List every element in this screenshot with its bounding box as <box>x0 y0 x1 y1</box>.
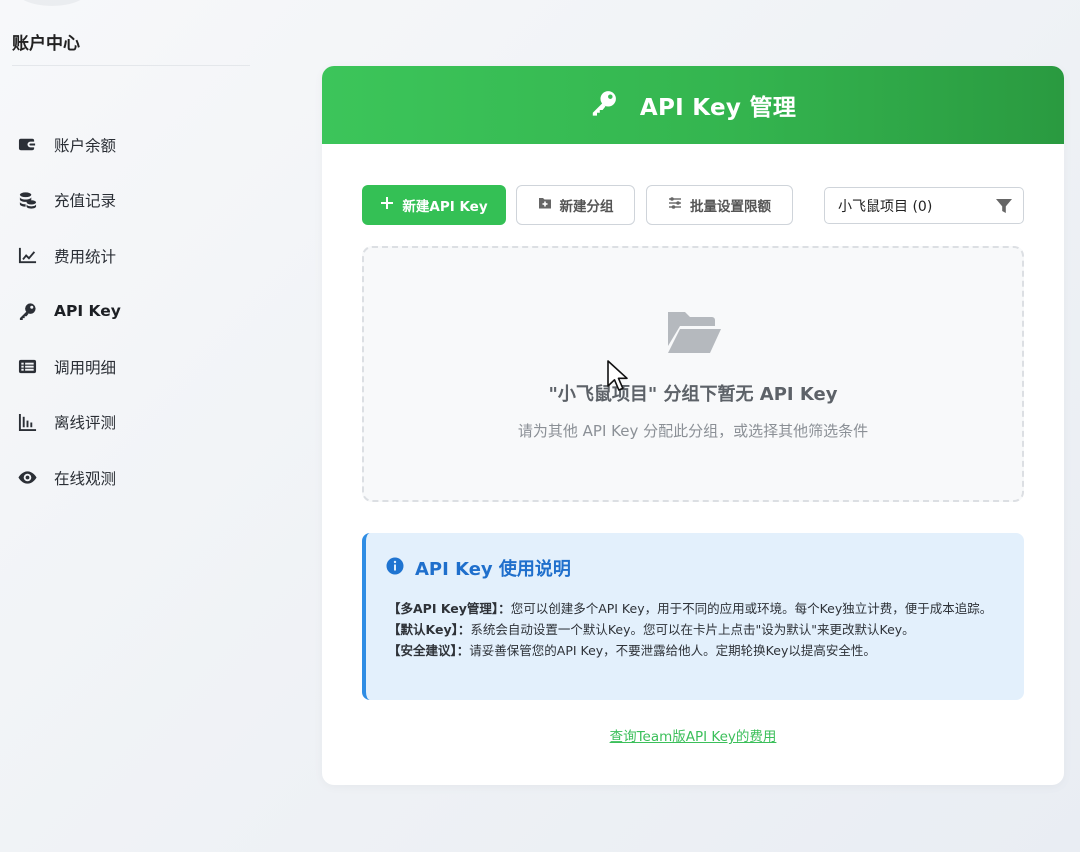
api-key-card: API Key 管理 新建API Key 新建分组 批量设置限额 小飞鼠项目 (… <box>322 66 1064 785</box>
empty-state: "小飞鼠项目" 分组下暂无 API Key 请为其他 API Key 分配此分组… <box>362 246 1024 502</box>
sidebar-title: 账户中心 <box>12 34 80 54</box>
info-icon <box>386 557 404 579</box>
line-chart-icon <box>17 246 37 266</box>
page-title: API Key 管理 <box>639 95 797 121</box>
folder-plus-icon <box>538 196 552 214</box>
new-group-label: 新建分组 <box>559 199 614 215</box>
info-line: 【多API Key管理】：您可以创建多个API Key，用于不同的应用或环境。每… <box>388 601 993 616</box>
sidebar-divider <box>12 65 250 66</box>
list-icon <box>17 357 37 377</box>
batch-limit-button[interactable]: 批量设置限额 <box>646 185 793 225</box>
coins-icon <box>17 190 37 210</box>
sidebar-item-label: API Key <box>54 302 121 321</box>
sidebar-item-label: 账户余额 <box>54 136 117 155</box>
new-api-key-button[interactable]: 新建API Key <box>362 185 506 225</box>
sidebar-item-balance[interactable]: 账户余额 <box>0 117 262 173</box>
sidebar-item-label: 离线评测 <box>54 414 117 433</box>
group-filter-select[interactable]: 小飞鼠项目 (0) <box>824 187 1024 224</box>
sidebar-item-label: 费用统计 <box>54 247 117 266</box>
eye-icon <box>17 468 37 488</box>
new-api-key-label: 新建API Key <box>402 199 488 215</box>
key-icon <box>590 89 618 121</box>
folder-open-icon <box>666 308 722 358</box>
wallet-icon <box>17 135 37 155</box>
info-title: API Key 使用说明 <box>415 559 571 580</box>
info-body: 【多API Key管理】：您可以创建多个API Key，用于不同的应用或环境。每… <box>388 598 1008 661</box>
plus-icon <box>380 196 394 214</box>
info-line: 【安全建议】：请妥善保管您的API Key，不要泄露给他人。定期轮换Key以提高… <box>388 643 876 658</box>
key-icon <box>17 301 37 321</box>
mouse-cursor-icon <box>607 360 629 396</box>
sidebar: 账户中心 账户余额 充值记录 费用统计 API Key 调用明细 离线评测 在线… <box>0 0 262 852</box>
sidebar-nav: 账户余额 充值记录 费用统计 API Key 调用明细 离线评测 在线观测 <box>0 117 262 506</box>
sidebar-item-offline-eval[interactable]: 离线评测 <box>0 395 262 451</box>
sidebar-item-label: 充值记录 <box>54 192 117 211</box>
sidebar-item-label: 调用明细 <box>54 358 117 377</box>
card-header: API Key 管理 <box>322 66 1064 144</box>
bar-chart-icon <box>17 412 37 432</box>
sidebar-item-online-monitor[interactable]: 在线观测 <box>0 450 262 506</box>
sidebar-item-call-details[interactable]: 调用明细 <box>0 339 262 395</box>
new-group-button[interactable]: 新建分组 <box>516 185 635 225</box>
empty-state-subtitle: 请为其他 API Key 分配此分组，或选择其他筛选条件 <box>517 422 869 440</box>
empty-state-title: "小飞鼠项目" 分组下暂无 API Key <box>548 384 838 405</box>
usage-info-box: API Key 使用说明 【多API Key管理】：您可以创建多个API Key… <box>362 533 1024 700</box>
team-cost-link[interactable]: 查询Team版API Key的费用 <box>322 725 1064 745</box>
toolbar: 新建API Key 新建分组 批量设置限额 小飞鼠项目 (0) <box>362 185 1024 225</box>
sidebar-item-api-key[interactable]: API Key <box>0 284 262 340</box>
filter-icon <box>995 197 1013 219</box>
info-line: 【默认Key】：系统会自动设置一个默认Key。您可以在卡片上点击"设为默认"来更… <box>388 622 915 637</box>
info-header: API Key 使用说明 <box>386 555 571 581</box>
sliders-icon <box>668 196 682 214</box>
group-select-value: 小飞鼠项目 (0) <box>838 198 933 215</box>
batch-limit-label: 批量设置限额 <box>690 199 771 215</box>
sidebar-item-recharge[interactable]: 充值记录 <box>0 173 262 229</box>
sidebar-item-label: 在线观测 <box>54 469 117 488</box>
sidebar-item-cost-stats[interactable]: 费用统计 <box>0 228 262 284</box>
